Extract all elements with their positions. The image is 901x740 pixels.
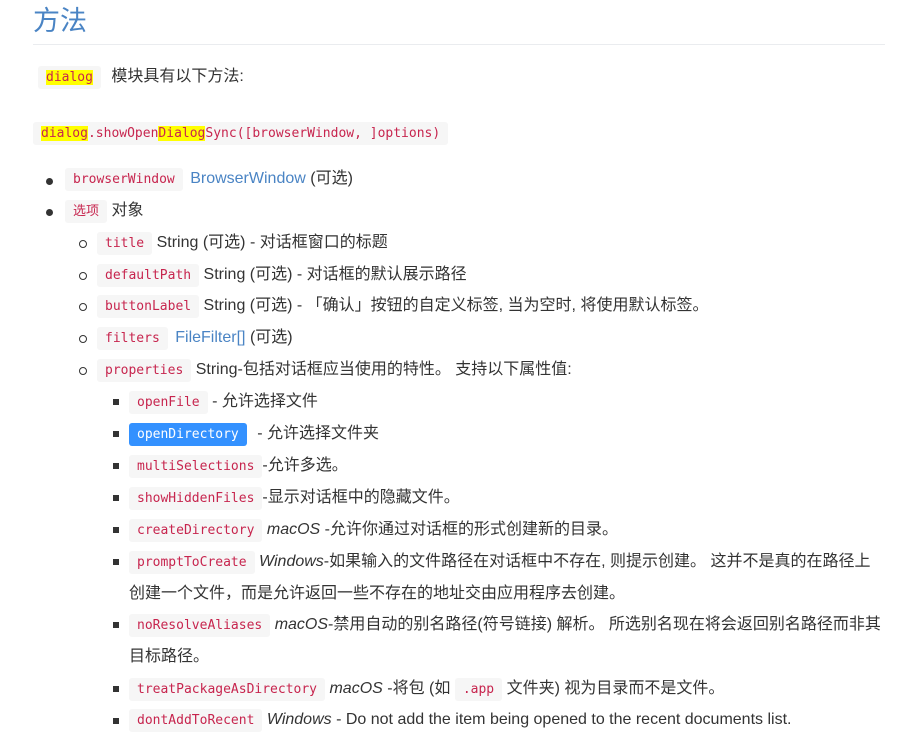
property-noresolvealiases: noResolveAliases macOS-禁用自动的别名路径(符号链接) 解… (129, 614, 881, 637)
property-prompttocreate-cont: 创建一个文件，而是允许返回一些不存在的地址交由应用程序去创建。 (129, 585, 626, 602)
property-code: multiSelections (129, 455, 263, 478)
platform-label: macOS (329, 680, 383, 697)
bullet-square (113, 622, 119, 628)
property-prompttocreate: promptToCreate Windows-如果输入的文件路径在对话框中不存在… (129, 551, 870, 574)
intro-text: 模块具有以下方法: (111, 68, 244, 85)
param-options: 选项 对象 (65, 200, 143, 223)
property-code: promptToCreate (129, 551, 255, 574)
property-text: -如果输入的文件路径在对话框中不存在, 则提示创建。 这并不是真的在路径上 (323, 553, 871, 570)
platform-label: macOS (266, 521, 321, 538)
option-text: String-包括对话框应当使用的特性。 支持以下属性值: (195, 361, 572, 378)
property-openfile: openFile - 允许选择文件 (129, 391, 318, 414)
param-code: 选项 (65, 200, 108, 223)
property-text: -禁用自动的别名路径(符号链接) 解析。 所选别名现在将会返回别名路径而非其 (328, 616, 881, 633)
bullet-square (113, 495, 119, 501)
filefilter-link[interactable]: FileFilter[] (175, 329, 245, 346)
option-buttonlabel: buttonLabel String (可选) - 「确认」按钮的自定义标签, … (97, 295, 708, 318)
heading-divider (33, 44, 885, 45)
intro-line: dialog 模块具有以下方法: (38, 66, 244, 89)
bullet-square (113, 718, 119, 724)
bullet-square (113, 399, 119, 405)
property-text-2: 文件夹) 视为目录而不是文件。 (506, 680, 725, 697)
property-text: - 允许选择文件夹 (257, 425, 379, 442)
intro-code: dialog (38, 66, 101, 89)
bullet-circle (79, 240, 87, 248)
platform-label: Windows (266, 711, 332, 728)
property-multiselections: multiSelections -允许多选。 (129, 455, 348, 478)
property-text: -允许多选。 (262, 457, 348, 474)
platform-label: macOS (274, 616, 329, 633)
property-code-selected: openDirectory (129, 423, 247, 446)
property-text: - 允许选择文件 (212, 393, 318, 410)
platform-label: Windows (259, 553, 324, 570)
bullet-square (113, 559, 119, 565)
param-text: (可选) (310, 170, 353, 187)
property-dontaddtorecent: dontAddToRecent Windows - Do not add the… (129, 709, 791, 732)
bullet-disc (46, 178, 53, 185)
signature-code: dialog.showOpenDialogSync([browserWindow… (33, 122, 449, 145)
option-text: (可选) (249, 329, 293, 346)
option-title: title String (可选) - 对话框窗口的标题 (97, 232, 388, 255)
section-heading: 方法 (33, 6, 87, 36)
bullet-disc (46, 209, 53, 216)
property-code: dontAddToRecent (129, 709, 263, 732)
option-text: String (可选) - 对话框窗口的标题 (156, 234, 388, 251)
option-code: title (97, 232, 153, 255)
method-signature: dialog.showOpenDialogSync([browserWindow… (33, 122, 449, 145)
property-createdirectory: createDirectory macOS -允许你通过对话框的形式创建新的目录… (129, 519, 618, 542)
property-text: -允许你通过对话框的形式创建新的目录。 (324, 521, 618, 538)
bullet-square (113, 463, 119, 469)
property-code: noResolveAliases (129, 614, 271, 637)
bullet-circle (79, 272, 87, 280)
option-code: buttonLabel (97, 295, 200, 318)
browserwindow-link[interactable]: BrowserWindow (190, 170, 306, 187)
option-text: String (可选) - 对话框的默认展示路径 (203, 266, 467, 283)
property-text: -显示对话框中的隐藏文件。 (262, 489, 460, 506)
property-code: openFile (129, 391, 208, 414)
property-treatpackageasdirectory: treatPackageAsDirectory macOS -将包 (如 .ap… (129, 678, 724, 701)
param-browserwindow: browserWindow BrowserWindow (可选) (65, 168, 353, 191)
bullet-square (113, 431, 119, 437)
property-text: -将包 (如 (387, 680, 451, 697)
bullet-circle (79, 335, 87, 343)
docs-page: 方法 dialog 模块具有以下方法: dialog.showOpenDialo… (0, 0, 901, 740)
property-noresolvealiases-cont: 目标路径。 (129, 648, 210, 665)
bullet-square (113, 527, 119, 533)
bullet-circle (79, 303, 87, 311)
param-text: 对象 (111, 202, 144, 219)
option-text: String (可选) - 「确认」按钮的自定义标签, 当为空时, 将使用默认标… (203, 297, 709, 314)
property-code: showHiddenFiles (129, 487, 263, 510)
property-opendirectory: openDirectory - 允许选择文件夹 (129, 423, 379, 446)
param-code: browserWindow (65, 168, 183, 191)
option-properties: properties String-包括对话框应当使用的特性。 支持以下属性值: (97, 359, 572, 382)
bullet-circle (79, 367, 87, 375)
property-code: createDirectory (129, 519, 263, 542)
property-code-inline: .app (454, 678, 503, 701)
bullet-square (113, 686, 119, 692)
option-defaultpath: defaultPath String (可选) - 对话框的默认展示路径 (97, 264, 467, 287)
option-code: properties (97, 359, 192, 382)
property-text: - Do not add the item being opened to th… (336, 711, 792, 728)
option-filters: filters FileFilter[] (可选) (97, 327, 293, 350)
option-code: defaultPath (97, 264, 200, 287)
property-code: treatPackageAsDirectory (129, 678, 326, 701)
option-code: filters (97, 327, 168, 350)
property-showhiddenfiles: showHiddenFiles -显示对话框中的隐藏文件。 (129, 487, 460, 510)
